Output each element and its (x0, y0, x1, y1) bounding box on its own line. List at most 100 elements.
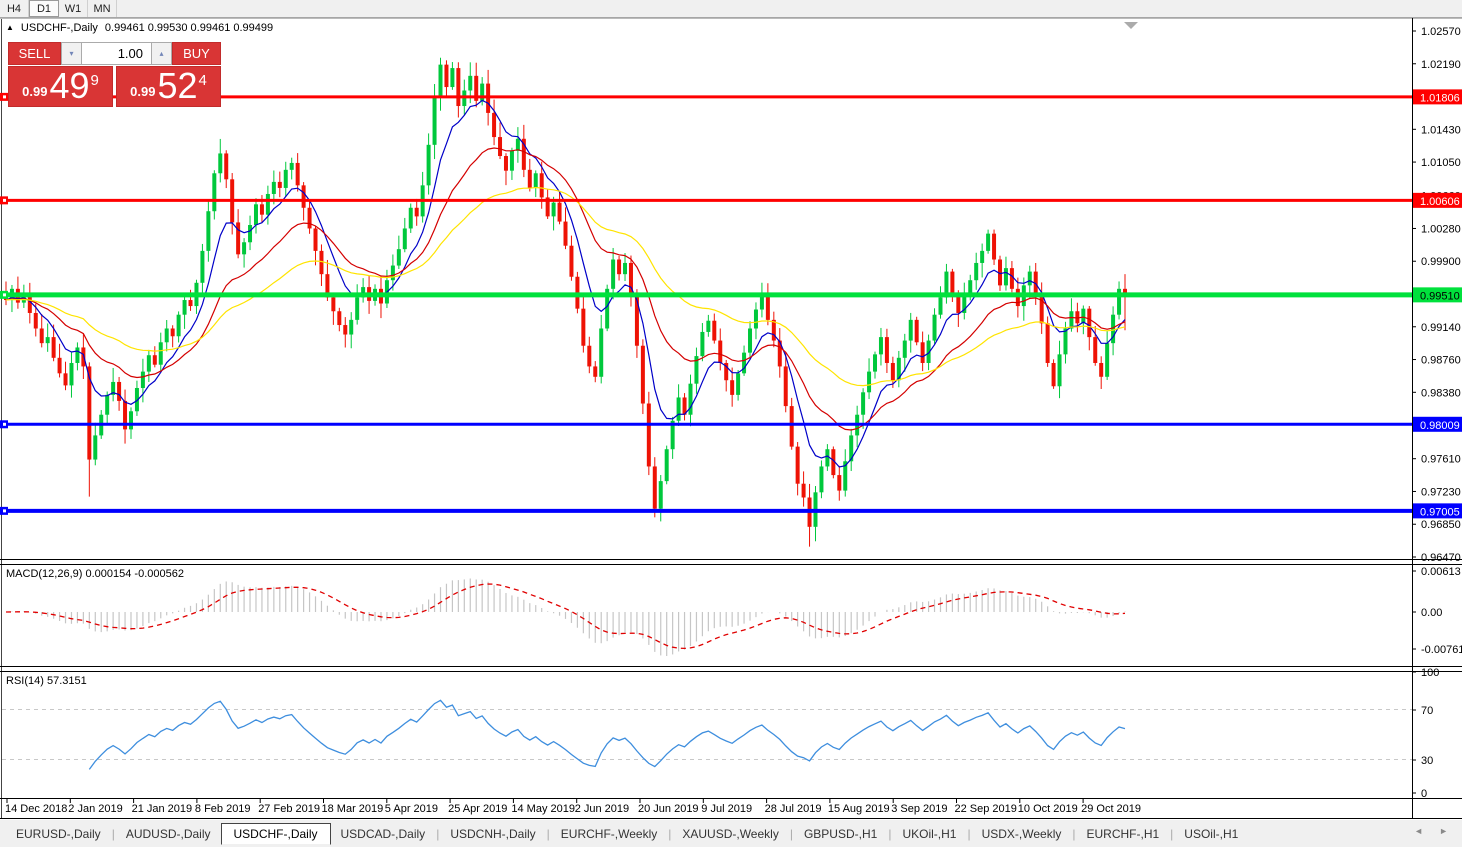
date-tick-label: 27 Feb 2019 (258, 803, 320, 815)
candle-body (468, 75, 473, 91)
date-tick-label: 14 Dec 2018 (5, 803, 67, 815)
chart-tab-gbpusd-h1[interactable]: GBPUSD-,H1 (794, 824, 887, 844)
chart-tab-ukoil-h1[interactable]: UKOil-,H1 (892, 824, 966, 844)
candle-body (343, 325, 348, 335)
date-tick-label: 21 Jan 2019 (132, 803, 193, 815)
chart-tab-eurusd-daily[interactable]: EURUSD-,Daily (6, 824, 111, 844)
candle-body (974, 262, 979, 281)
chart-tab-xauusd-weekly[interactable]: XAUUSD-,Weekly (672, 824, 788, 844)
candle-body (742, 352, 747, 374)
candle-body (289, 162, 294, 170)
candle-body (908, 319, 913, 341)
chart-tab-eurchf-weekly[interactable]: EURCHF-,Weekly (551, 824, 667, 844)
candle-body (432, 97, 437, 145)
candle-body (146, 355, 151, 372)
sell-price-sup: 9 (90, 72, 99, 89)
candle-body (128, 411, 133, 430)
candle-body (259, 204, 264, 215)
candle-body (408, 207, 413, 229)
collapse-triangle-icon[interactable]: ▲ (6, 23, 14, 32)
chart-title: ▲ USDCHF-,Daily 0.99461 0.99530 0.99461 … (6, 22, 273, 34)
candle-body (652, 466, 657, 509)
rsi-name: RSI(14) (6, 675, 44, 687)
chart-tab-usdcad-daily[interactable]: USDCAD-,Daily (331, 824, 436, 844)
candle-body (938, 297, 943, 315)
level-line-handle-dot (3, 422, 6, 426)
chart-tab-usdx-weekly[interactable]: USDX-,Weekly (972, 824, 1072, 844)
macd-axis-label: 0.00613 (1421, 566, 1461, 578)
candle-body (1069, 311, 1074, 329)
candle-body (69, 362, 74, 386)
candle-body (140, 371, 145, 388)
candle-body (706, 320, 711, 332)
price-tick-label: 0.97610 (1421, 454, 1461, 466)
candle-body (450, 68, 455, 88)
buy-button[interactable]: BUY (172, 42, 221, 65)
candle-body (878, 337, 883, 355)
sell-price-button[interactable]: 0.99 49 9 (8, 66, 113, 107)
candle-body (33, 312, 38, 329)
candle-body (867, 371, 872, 393)
volume-increase-button[interactable]: ▴ (151, 42, 172, 65)
candle-body (1039, 294, 1044, 324)
candle-body (783, 366, 788, 407)
tab-scroll-left-icon[interactable]: ◄ (1414, 826, 1423, 836)
candle-body (438, 64, 443, 98)
candle-body (730, 380, 735, 395)
candle-body (253, 204, 258, 226)
macd-axis-label: -0.007612 (1421, 644, 1462, 656)
chart-tab-usdchf-daily[interactable]: USDCHF-,Daily (220, 822, 331, 845)
candle-body (640, 345, 645, 404)
candle-body (1081, 308, 1086, 324)
candle-body (980, 250, 985, 263)
candle-body (569, 245, 574, 277)
candle-body (527, 169, 532, 188)
price-tick-label: 0.98380 (1421, 387, 1461, 399)
price-tick-label: 1.00280 (1421, 223, 1461, 235)
candle-body (57, 357, 62, 374)
candle-body (771, 319, 776, 341)
date-tick-label: 28 Jul 2019 (765, 803, 822, 815)
buy-price-button[interactable]: 0.99 52 4 (116, 66, 221, 107)
chart-tab-usoil-h1[interactable]: USOil-,H1 (1174, 824, 1248, 844)
candle-body (688, 383, 693, 415)
candle-body (950, 271, 955, 294)
sell-button[interactable]: SELL (8, 42, 61, 65)
rsi-value: 57.3151 (46, 675, 87, 687)
candle-body (920, 342, 925, 363)
moving-average-fast (5, 99, 1126, 468)
candle-body (551, 202, 556, 217)
candle-body (307, 207, 312, 229)
chart-tab-eurchf-h1[interactable]: EURCHF-,H1 (1077, 824, 1170, 844)
candle-body (700, 331, 705, 357)
one-click-trading-widget: SELL ▾ 1.00 ▴ BUY 0.99 49 9 0.99 52 4 (8, 42, 221, 107)
price-tick-label: 0.97230 (1421, 486, 1461, 498)
candle-body (676, 397, 681, 421)
rsi-axis-label: 0 (1421, 788, 1427, 800)
chart-shift-triangle-icon[interactable] (1124, 22, 1138, 29)
macd-name: MACD(12,26,9) (6, 568, 83, 580)
candle-body (623, 262, 628, 275)
chart-tab-usdcnh-daily[interactable]: USDCNH-,Daily (440, 824, 545, 844)
candle-body (51, 337, 56, 358)
candle-body (176, 314, 181, 337)
date-tick-label: 2 Jun 2019 (575, 803, 629, 815)
price-tick-label: 0.99140 (1421, 322, 1461, 334)
buy-price-big: 52 (157, 65, 198, 106)
tab-scroll-right-icon[interactable]: ► (1439, 826, 1448, 836)
chart-tab-audusd-daily[interactable]: AUDUSD-,Daily (116, 824, 221, 844)
candle-body (277, 181, 282, 188)
candle-body (396, 249, 401, 266)
volume-decrease-button[interactable]: ▾ (61, 42, 82, 65)
level-line-handle-dot (3, 293, 6, 297)
candle-body (581, 308, 586, 346)
trading-terminal: { "toolbar": {"timeframes": ["H4", "D1",… (0, 0, 1462, 847)
date-tick-label: 2 Jan 2019 (68, 803, 122, 815)
candle-body (271, 181, 276, 194)
volume-input[interactable]: 1.00 (82, 42, 151, 65)
candle-body (301, 185, 306, 208)
candle-body (224, 153, 229, 180)
candle-body (1045, 323, 1050, 363)
date-tick-label: 9 Jul 2019 (701, 803, 752, 815)
date-tick-label: 25 Apr 2019 (448, 803, 507, 815)
